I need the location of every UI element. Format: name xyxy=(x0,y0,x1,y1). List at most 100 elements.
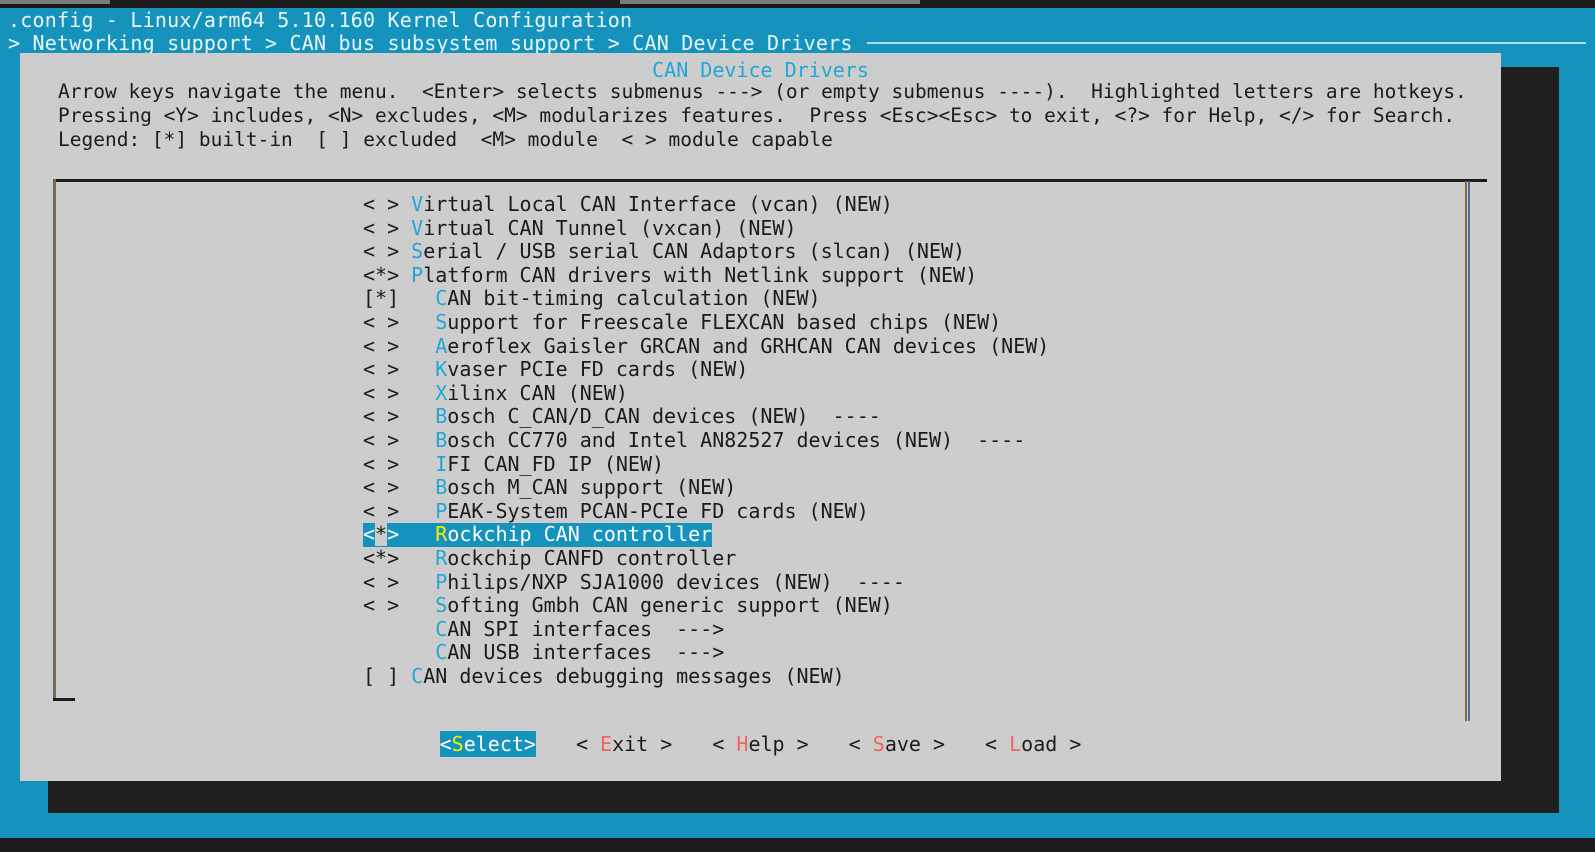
terminal-top-strip xyxy=(0,0,1595,8)
menu-item-indent xyxy=(399,286,435,310)
menu-item-mark: [*] xyxy=(363,286,400,311)
menu-item-mark xyxy=(363,640,399,664)
menu-item[interactable]: < > Virtual CAN Tunnel (vxcan) (NEW) xyxy=(363,215,797,241)
menu-item-mark: < > xyxy=(363,498,400,523)
menu-item-mark: < > xyxy=(363,380,400,405)
menu-item-indent xyxy=(399,452,435,476)
menu-item[interactable]: < > Virtual Local CAN Interface (vcan) (… xyxy=(363,192,893,217)
menu-item[interactable]: < > Support for Freescale FLEXCAN based … xyxy=(363,309,1002,335)
menu-item-indent xyxy=(399,381,435,405)
menu-item[interactable]: <*> Platform CAN drivers with Netlink su… xyxy=(363,262,978,288)
button-load[interactable]: < Load > xyxy=(985,731,1081,757)
menu-item-indent xyxy=(399,310,435,334)
menu-item-hotkey: I xyxy=(435,451,448,476)
menu-item-hotkey: B xyxy=(435,427,448,452)
menu-item-label: irtual CAN Tunnel (vxcan) (NEW) xyxy=(423,215,797,240)
menu-item-label: irtual Local CAN Interface (vcan) (NEW) xyxy=(423,192,893,216)
menu-item-mark: < > xyxy=(363,239,400,264)
menu-list-frame-right-edge-outer xyxy=(1465,181,1467,721)
menu-item-hotkey: X xyxy=(435,380,448,405)
menu-item-hotkey: R xyxy=(435,522,448,547)
menu-item-hotkey: P xyxy=(435,498,448,523)
menu-item[interactable]: < > Kvaser PCIe FD cards (NEW) xyxy=(363,357,749,382)
menu-item-mark: <*> xyxy=(363,522,400,547)
button-bracket-left: < xyxy=(985,732,1010,756)
menu-item[interactable]: < > Aeroflex Gaisler GRCAN and GRHCAN CA… xyxy=(363,334,1049,359)
menu-item-label: AN bit-timing calculation (NEW) xyxy=(447,286,821,311)
menu-item[interactable]: < > Serial / USB serial CAN Adaptors (sl… xyxy=(363,239,965,264)
menu-item-indent xyxy=(399,239,411,263)
breadcrumb-rule xyxy=(866,42,1586,44)
menu-item[interactable]: < > Softing Gmbh CAN generic support (NE… xyxy=(363,593,893,618)
button-help[interactable]: < Help > xyxy=(712,731,808,757)
button-bar: <Select> < Exit > < Help > < Save > < Load > xyxy=(20,731,1501,757)
menu-item-label: ockchip CAN controller xyxy=(447,522,713,547)
menu-item-indent xyxy=(399,664,411,688)
menu-item-hotkey: S xyxy=(411,239,424,264)
menu-item-indent xyxy=(399,428,435,452)
menu-item[interactable]: < > PEAK-System PCAN-PCIe FD cards (NEW) xyxy=(363,498,869,524)
menu-item-label: ockchip CANFD controller xyxy=(447,545,737,570)
menu-item-label: vaser PCIe FD cards (NEW) xyxy=(447,357,749,382)
menu-item-hotkey: C xyxy=(435,286,448,311)
menu-item-label: latform CAN drivers with Netlink support… xyxy=(423,262,978,287)
menu-item-label: AN SPI interfaces ---> xyxy=(447,616,725,641)
menuconfig-dialog: CAN Device Drivers Arrow keys navigate t… xyxy=(20,53,1501,781)
menu-item-indent xyxy=(399,546,435,570)
menu-item-mark: < > xyxy=(363,593,400,618)
menu-item[interactable]: < > Bosch C_CAN/D_CAN devices (NEW) ---- xyxy=(363,405,881,429)
menu-item-label: FI CAN_FD IP (NEW) xyxy=(447,451,665,476)
menu-item-mark: < > xyxy=(363,404,400,429)
menu-item-indent xyxy=(399,617,435,641)
menu-item[interactable]: CAN SPI interfaces ---> xyxy=(363,616,725,642)
menu-item-hotkey: S xyxy=(435,593,448,618)
menu-item-label: upport for Freescale FLEXCAN based chips… xyxy=(447,309,1002,334)
menu-item[interactable]: [*] CAN bit-timing calculation (NEW) xyxy=(363,287,821,311)
menu-item[interactable]: < > Xilinx CAN (NEW) xyxy=(363,380,628,406)
window-title: .config - Linux/arm64 5.10.160 Kernel Co… xyxy=(8,8,633,32)
menu-item[interactable]: < > Bosch M_CAN support (NEW) xyxy=(363,475,737,500)
button-bracket-left: < xyxy=(439,732,452,756)
menu-item[interactable]: < > Bosch CC770 and Intel AN82527 device… xyxy=(363,427,1025,453)
menu-item[interactable]: < > Philips/NXP SJA1000 devices (NEW) --… xyxy=(363,569,905,595)
menu-item-label: AN devices debugging messages (NEW) xyxy=(423,663,845,688)
button-save[interactable]: < Save > xyxy=(849,731,945,757)
menu-item-indent xyxy=(399,522,435,546)
button-hotkey: S xyxy=(451,732,464,756)
button-exit[interactable]: < Exit > xyxy=(576,731,672,757)
menu-item-indent xyxy=(399,404,435,428)
menu-item[interactable]: CAN USB interfaces ---> xyxy=(363,640,724,665)
menu-item-hotkey: C xyxy=(411,663,424,688)
terminal-bottom-strip xyxy=(0,838,1595,852)
menu-item[interactable]: < > IFI CAN_FD IP (NEW) xyxy=(363,451,665,477)
button-hotkey: E xyxy=(600,732,613,756)
button-select[interactable]: <Select> xyxy=(439,731,536,757)
menu-item-label: ofting Gmbh CAN generic support (NEW) xyxy=(447,593,893,618)
menu-item-mark: < > xyxy=(363,451,400,476)
instructions-block: Arrow keys navigate the menu. <Enter> se… xyxy=(58,80,1467,152)
terminal-screen: .config - Linux/arm64 5.10.160 Kernel Co… xyxy=(0,0,1595,852)
menu-list-frame-left-edge xyxy=(54,179,56,698)
menu-item-hotkey: P xyxy=(435,569,448,594)
button-bracket-left: < xyxy=(575,732,601,756)
menu-item-mark: < > xyxy=(363,427,400,452)
menu-item[interactable]: <*> Rockchip CANFD controller xyxy=(363,545,737,571)
menu-item-hotkey: P xyxy=(411,262,424,287)
menu-item-label: osch M_CAN support (NEW) xyxy=(447,475,737,500)
menu-item-label: hilips/NXP SJA1000 devices (NEW) ---- xyxy=(447,569,905,594)
button-label: elp > xyxy=(748,732,809,756)
breadcrumb: > Networking support > CAN bus subsystem… xyxy=(8,31,853,55)
button-hotkey: S xyxy=(872,732,885,756)
menu-list[interactable]: < > Virtual Local CAN Interface (vcan) (… xyxy=(363,192,1453,689)
menu-item[interactable]: [ ] CAN devices debugging messages (NEW) xyxy=(363,663,845,689)
button-label: xit > xyxy=(612,732,673,756)
menu-item-indent xyxy=(399,593,435,617)
menu-item-indent xyxy=(399,570,435,594)
button-bracket-left: < xyxy=(848,732,873,756)
menu-item-mark: < > xyxy=(363,357,400,382)
menu-list-frame-right-edge xyxy=(1468,181,1470,721)
menu-item-mark: [ ] xyxy=(363,663,400,688)
menu-item-mark: < > xyxy=(363,215,400,240)
menu-item-selected[interactable]: <*> Rockchip CAN controller xyxy=(363,522,713,547)
menu-item-label: ilinx CAN (NEW) xyxy=(447,380,628,405)
